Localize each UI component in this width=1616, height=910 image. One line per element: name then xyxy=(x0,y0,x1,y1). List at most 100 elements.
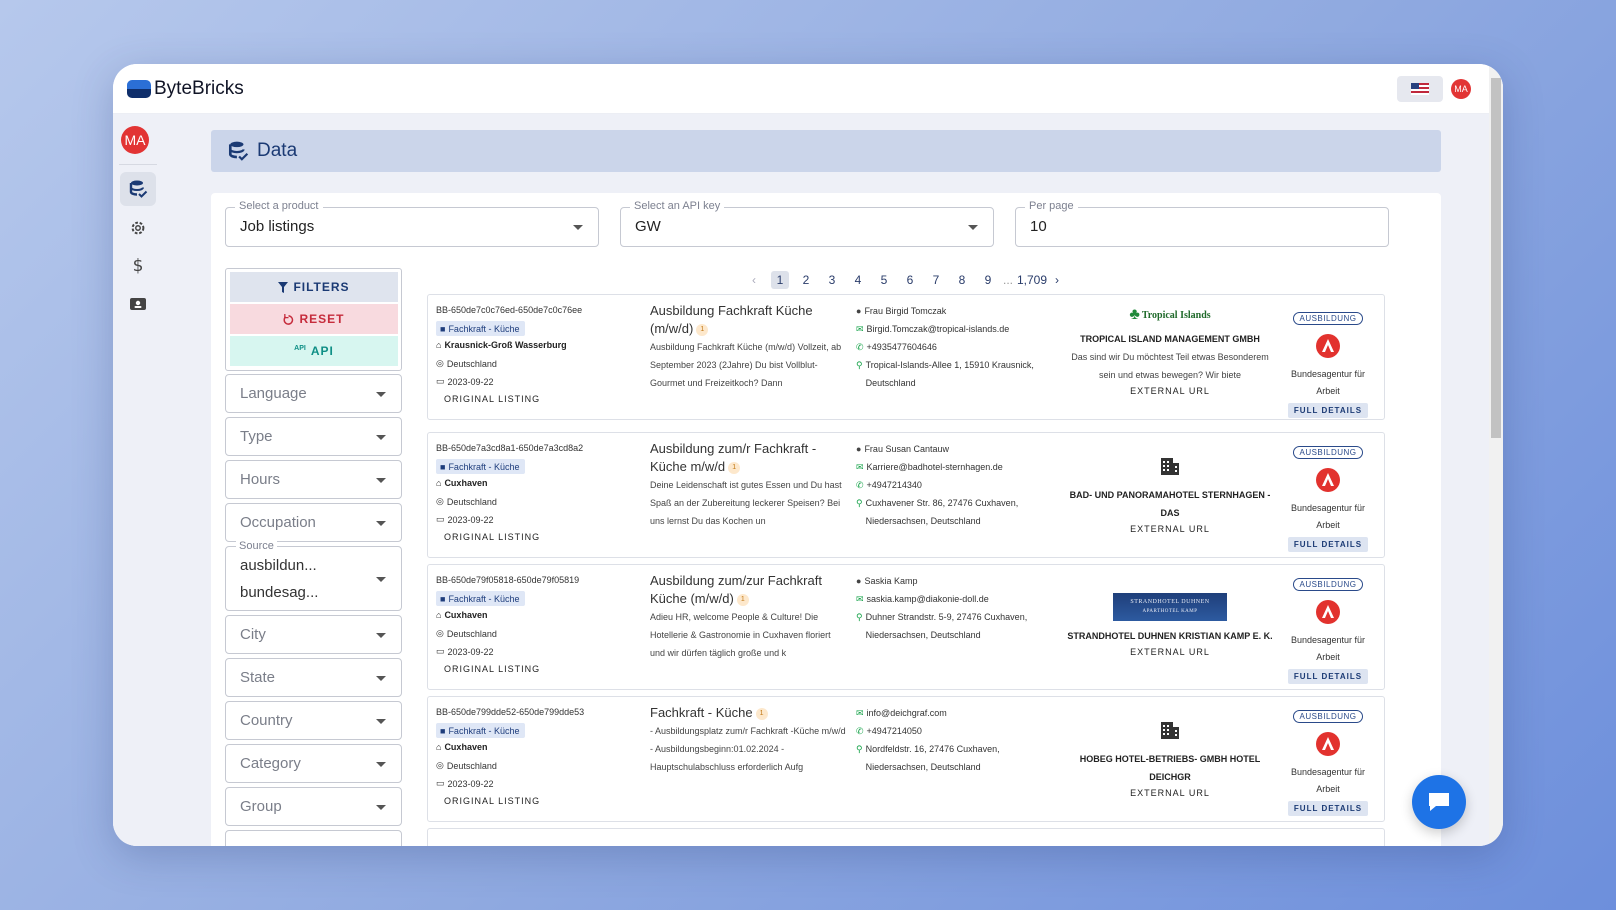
globe-icon: ◎ xyxy=(436,358,444,368)
full-details-button[interactable]: FULL DETAILS xyxy=(1287,537,1369,552)
sidebar-item-billing[interactable]: $ xyxy=(120,249,156,283)
original-listing-link[interactable]: ORIGINAL LISTING xyxy=(444,532,540,542)
contact-block: ● Frau Birgid Tomczak ✉ Birgid.Tomczak@tro… xyxy=(856,302,1056,392)
briefcase-icon: ■ xyxy=(440,323,446,334)
api-button[interactable]: API API xyxy=(230,336,398,366)
source-value-1: ausbildun... xyxy=(240,557,317,574)
language-filter[interactable]: Language xyxy=(225,374,402,413)
page-9[interactable]: 9 xyxy=(975,271,1001,289)
reset-button[interactable]: RESET xyxy=(230,304,398,334)
agency-logo-icon xyxy=(1316,732,1340,756)
count-badge: 1 xyxy=(755,707,768,720)
language-switch-button[interactable] xyxy=(1397,76,1443,102)
listing-card: BB-650de7a3cd8a1-650de7a3cd8a2 ■ Fachkraf… xyxy=(427,432,1385,558)
listing-title[interactable]: Ausbildung zum/r Fachkraft - Küche m/w/d… xyxy=(650,440,845,476)
original-listing-link[interactable]: ORIGINAL LISTING xyxy=(444,394,540,404)
id-card-icon xyxy=(130,298,146,310)
city-label: Cuxhaven xyxy=(444,742,488,752)
type-badge: AUSBILDUNG xyxy=(1293,312,1363,325)
chevron-down-icon xyxy=(376,577,386,582)
full-details-button[interactable]: FULL DETAILS xyxy=(1287,801,1369,816)
page-4[interactable]: 4 xyxy=(845,271,871,289)
source-filter[interactable]: Source ausbildun... bundesag... xyxy=(225,540,402,611)
company-name: STRANDHOTEL DUHNEN KRISTIAN KAMP E. K. xyxy=(1067,631,1273,641)
api-key-select[interactable]: Select an API key GW xyxy=(620,200,994,247)
listing-description: - Ausbildungsplatz zum/r Fachkraft -Küch… xyxy=(650,726,846,772)
contact-email[interactable]: info@deichgraf.com xyxy=(867,704,947,722)
app-logo[interactable]: ByteBricks xyxy=(127,78,244,100)
listing-title[interactable]: Fachkraft - Küche 1 xyxy=(650,704,845,722)
city-filter-label: City xyxy=(240,626,266,643)
original-listing-link[interactable]: ORIGINAL LISTING xyxy=(444,664,540,674)
company-logo: STRANDHOTEL DUHNEN APARTHOTEL KAMP xyxy=(1113,593,1227,621)
user-avatar[interactable]: MA xyxy=(121,126,149,154)
mail-icon: ✉ xyxy=(856,462,864,472)
country-filter[interactable]: Country xyxy=(225,701,402,740)
prev-page-icon[interactable]: ‹ xyxy=(741,271,767,289)
source-block: AUSBILDUNG Bundesagentur für Arbeit FULL… xyxy=(1280,706,1376,816)
full-details-button[interactable]: FULL DETAILS xyxy=(1287,669,1369,684)
hours-filter[interactable]: Hours xyxy=(225,460,402,499)
sidebar-item-contacts[interactable] xyxy=(120,287,156,321)
occupation-filter[interactable]: Occupation xyxy=(225,503,402,542)
page-8[interactable]: 8 xyxy=(949,271,975,289)
type-badge: AUSBILDUNG xyxy=(1293,710,1363,723)
contact-phone[interactable]: +4935477604646 xyxy=(867,338,937,356)
listing-title-text: Ausbildung Fachkraft Küche (m/w/d) xyxy=(650,303,813,336)
category-filter[interactable]: Category xyxy=(225,744,402,783)
city-icon: ⌂ xyxy=(436,742,442,752)
sidebar-item-data[interactable] xyxy=(120,172,156,206)
contact-email[interactable]: Karriere@badhotel-sternhagen.de xyxy=(867,458,1003,476)
chevron-down-icon xyxy=(573,225,583,230)
filter-actions: FILTERS RESET API API xyxy=(225,268,402,371)
page-7[interactable]: 7 xyxy=(923,271,949,289)
date-label: 2023-09-22 xyxy=(447,514,494,525)
listing-country: ◎ Deutschland xyxy=(436,628,497,639)
external-url-link[interactable]: EXTERNAL URL xyxy=(1065,524,1275,534)
page-2[interactable]: 2 xyxy=(793,271,819,289)
phone-icon: ✆ xyxy=(856,726,864,736)
more-filter[interactable] xyxy=(225,830,402,846)
scrollbar[interactable] xyxy=(1489,64,1503,846)
listing-title[interactable]: Ausbildung zum/zur Fachkraft Küche (m/w/… xyxy=(650,572,845,608)
next-page-icon[interactable]: › xyxy=(1049,271,1065,289)
product-select[interactable]: Select a product Job listings xyxy=(225,200,599,247)
calendar-icon: ▭ xyxy=(436,376,445,386)
listing-title[interactable]: Ausbildung Fachkraft Küche (m/w/d) 1 xyxy=(650,302,845,338)
source-block: AUSBILDUNG Bundesagentur für Arbeit FULL… xyxy=(1280,442,1376,552)
mail-icon: ✉ xyxy=(856,594,864,604)
listing-id: BB-650de799dde52-650de799dde53 xyxy=(436,707,585,717)
scrollbar-thumb[interactable] xyxy=(1491,78,1501,438)
type-filter[interactable]: Type xyxy=(225,417,402,456)
contact-address: Nordfeldstr. 16, 27476 Cuxhaven, Nieders… xyxy=(865,744,1000,772)
city-filter[interactable]: City xyxy=(225,615,402,654)
chat-button[interactable] xyxy=(1412,775,1466,829)
page-5[interactable]: 5 xyxy=(871,271,897,289)
count-badge: 1 xyxy=(696,323,709,336)
external-url-link[interactable]: EXTERNAL URL xyxy=(1065,788,1275,798)
agency-name: Bundesagentur für Arbeit xyxy=(1290,503,1366,530)
external-url-link[interactable]: EXTERNAL URL xyxy=(1065,647,1275,657)
company-name: BAD- UND PANORAMAHOTEL STERNHAGEN - DAS xyxy=(1069,490,1271,518)
user-avatar-top[interactable]: MA xyxy=(1451,79,1471,99)
reset-label: RESET xyxy=(299,312,345,326)
group-filter[interactable]: Group xyxy=(225,787,402,826)
contact-email[interactable]: saskia.kamp@diakonie-doll.de xyxy=(867,590,989,608)
chevron-down-icon xyxy=(376,392,386,397)
briefcase-icon: ■ xyxy=(440,461,446,472)
original-listing-link[interactable]: ORIGINAL LISTING xyxy=(444,796,540,806)
per-page-input[interactable]: Per page 10 xyxy=(1015,200,1389,247)
sidebar-item-settings[interactable] xyxy=(120,211,156,245)
date-label: 2023-09-22 xyxy=(447,778,494,789)
contact-phone[interactable]: +4947214340 xyxy=(867,476,922,494)
external-url-link[interactable]: EXTERNAL URL xyxy=(1065,386,1275,396)
page-1[interactable]: 1 xyxy=(771,271,789,289)
page-last[interactable]: 1,709 xyxy=(1015,271,1049,289)
contact-phone[interactable]: +4947214050 xyxy=(867,722,922,740)
state-filter[interactable]: State xyxy=(225,658,402,697)
full-details-button[interactable]: FULL DETAILS xyxy=(1287,403,1369,418)
contact-email[interactable]: Birgid.Tomczak@tropical-islands.de xyxy=(867,320,1010,338)
page-3[interactable]: 3 xyxy=(819,271,845,289)
filters-button[interactable]: FILTERS xyxy=(230,272,398,302)
page-6[interactable]: 6 xyxy=(897,271,923,289)
